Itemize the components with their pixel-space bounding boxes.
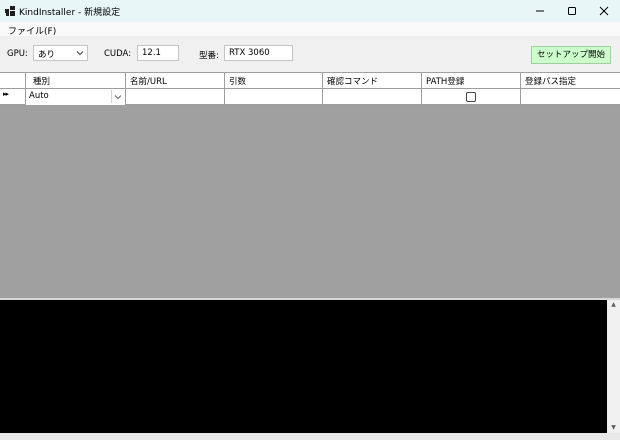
package-grid[interactable] <box>0 72 620 298</box>
scrollbar-thumb[interactable] <box>609 311 618 421</box>
column-header-path-spec[interactable]: 登録パス指定 <box>521 73 620 89</box>
path-spec-cell[interactable] <box>521 89 620 105</box>
menu-file[interactable]: ファイル(F) <box>8 24 56 37</box>
column-header-name-url[interactable]: 名前/URL <box>126 73 225 89</box>
path-register-cell[interactable] <box>422 89 521 105</box>
cuda-version-input[interactable]: 12.1 <box>137 45 179 61</box>
gpu-label: GPU: <box>7 49 28 59</box>
chevron-down-icon <box>76 51 84 56</box>
scroll-down-icon[interactable]: ▼ <box>607 423 620 433</box>
app-windows-icon <box>5 6 15 16</box>
minimize-button[interactable] <box>525 0 555 22</box>
status-strip <box>0 433 620 440</box>
menu-bar <box>0 22 620 36</box>
model-input[interactable]: RTX 3060 <box>224 45 293 61</box>
console-output[interactable] <box>0 300 607 433</box>
close-button[interactable] <box>589 0 619 22</box>
type-combobox-cell[interactable]: Auto <box>26 89 126 105</box>
maximize-button[interactable] <box>557 0 587 22</box>
gpu-select-value: あり <box>38 50 56 60</box>
model-label: 型番: <box>199 51 219 61</box>
window-title: KindInstaller - 新規設定 <box>19 8 121 18</box>
close-icon <box>599 6 609 16</box>
column-header-type[interactable]: 種別 <box>26 73 126 89</box>
row-indicator-icon: ▸▸ <box>3 90 9 98</box>
maximize-icon <box>568 7 576 15</box>
type-value: Auto <box>29 91 49 101</box>
check-command-cell[interactable] <box>323 89 422 105</box>
gpu-select[interactable]: あり <box>33 45 88 61</box>
type-dropdown-button[interactable] <box>111 90 124 103</box>
cuda-label: CUDA: <box>104 49 132 59</box>
args-cell[interactable] <box>225 89 323 105</box>
name-url-cell[interactable] <box>126 89 225 105</box>
minimize-icon <box>536 10 544 12</box>
column-header-args[interactable]: 引数 <box>225 73 323 89</box>
column-header-path-register[interactable]: PATH登録 <box>422 73 521 89</box>
grid-header: 種別 名前/URL 引数 確認コマンド PATH登録 登録パス指定 <box>0 73 620 89</box>
chevron-down-icon <box>114 94 122 99</box>
table-row[interactable]: ▸▸ Auto <box>0 89 620 105</box>
column-header-check-command[interactable]: 確認コマンド <box>323 73 422 89</box>
scroll-up-icon[interactable]: ▲ <box>607 300 620 310</box>
path-register-checkbox[interactable] <box>466 92 476 102</box>
row-header[interactable]: ▸▸ <box>0 89 26 105</box>
setup-start-button[interactable]: セットアップ開始 <box>531 46 611 64</box>
